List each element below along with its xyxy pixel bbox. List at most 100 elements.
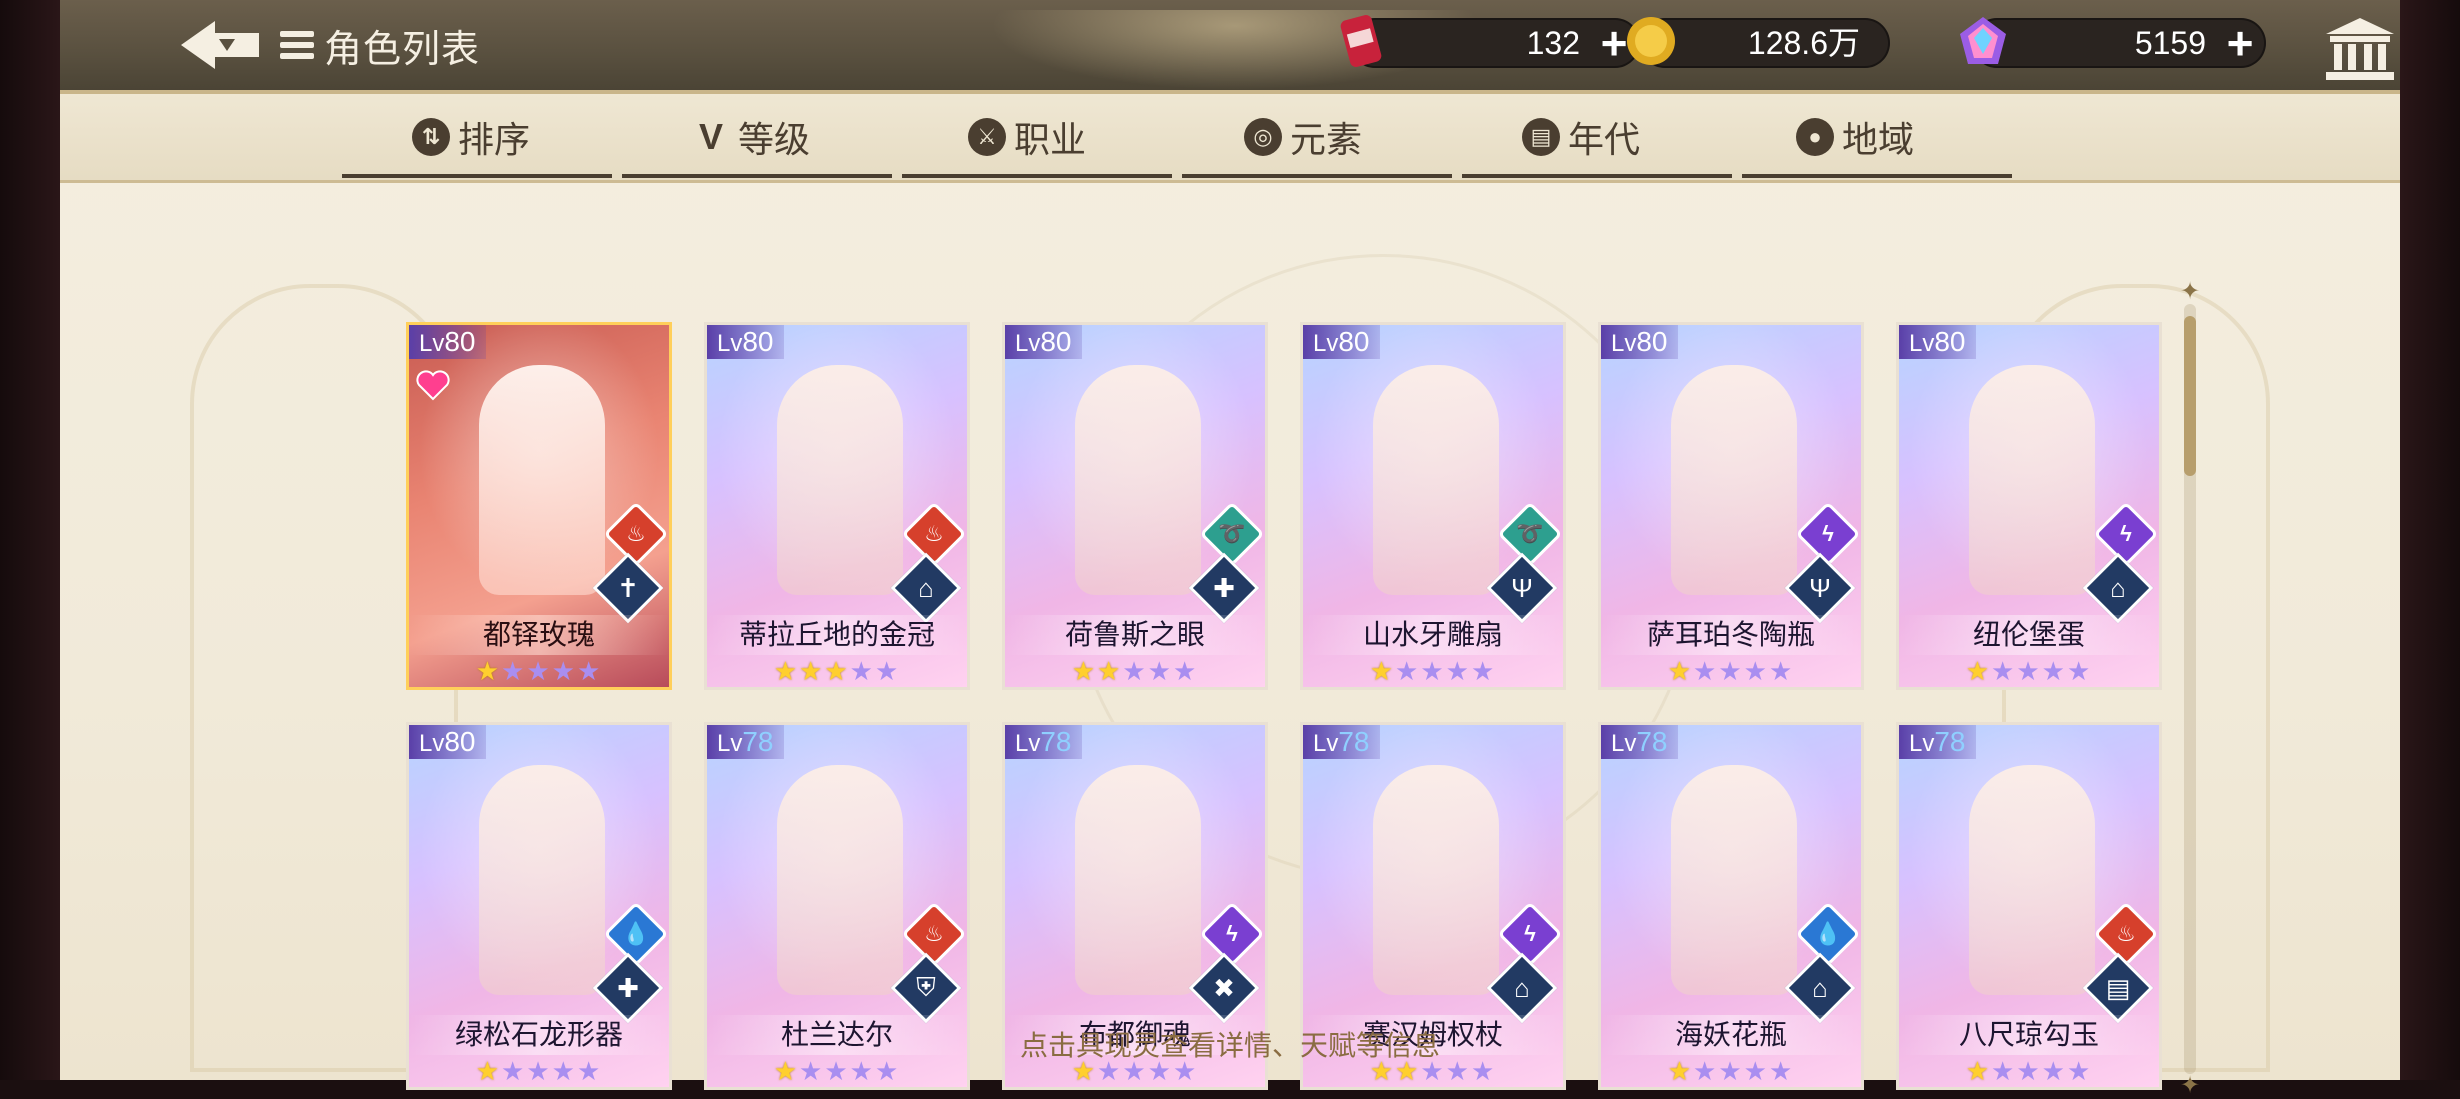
back-button[interactable] [172,14,268,76]
star-empty-icon: ★ [1991,656,2017,686]
level-value: 80 [444,726,476,757]
star-empty-icon: ★ [1147,656,1173,686]
bank-icon[interactable] [2322,14,2398,82]
star-empty-icon: ★ [1395,656,1421,686]
coin-icon [1622,12,1680,70]
tab-era[interactable]: ▤ 年代 [1522,112,1640,162]
level-badge: Lv80 [1899,325,1976,359]
level-value: 78 [742,726,774,757]
scroll-thumb[interactable] [2184,316,2196,476]
level-badge: Lv80 [409,325,486,359]
character-figure [1075,765,1201,995]
level-badge: Lv80 [409,725,486,759]
level-value: 78 [1338,726,1370,757]
character-card[interactable]: Lv80 ➰ Ψ 山水牙雕扇 ★★★★★ [1300,322,1566,690]
level-value: 78 [1040,726,1072,757]
era-icon: ▤ [1522,118,1560,156]
star-filled-icon: ★ [1667,656,1694,686]
element-icon: ◎ [1244,118,1282,156]
tab-sort[interactable]: ⇅ 排序 [412,112,530,162]
filter-underline [902,174,1172,178]
stamina-currency: 132 + [1340,15,1640,68]
gold-currency: 128.6万 [1627,17,1890,68]
star-filled-icon: ★ [475,656,502,686]
character-card[interactable]: Lv80 ➰ ✚ 荷鲁斯之眼 ★★★★★ [1002,322,1268,690]
scrollbar[interactable]: ✦ ✦ [2180,280,2200,1098]
star-empty-icon: ★ [551,656,577,686]
gold-value: 128.6万 [1747,25,1860,61]
level-tag: Lv [717,730,743,757]
character-grid: Lv80 ♨ ✝ 都铎玫瑰 ★★★★★ Lv80 ♨ ⌂ 蒂拉丘地的金冠 ★★★★★ Lv80 ➰ ✚ 荷… [406,322,2166,1092]
level-tag: Lv [1611,330,1637,357]
star-empty-icon: ★ [1172,656,1199,686]
right-frame [2400,0,2460,1080]
tab-era-label: 年代 [1568,119,1641,160]
star-filled-icon: ★ [773,656,800,686]
character-figure [777,765,903,995]
tab-class-label: 职业 [1014,119,1087,160]
star-filled-icon: ★ [1965,656,1992,686]
tab-sort-label: 排序 [458,119,531,160]
star-empty-icon: ★ [2016,656,2042,686]
character-card[interactable]: Lv80 ϟ ⌂ 纽伦堡蛋 ★★★★★ [1896,322,2162,690]
star-empty-icon: ★ [2066,656,2093,686]
star-filled-icon: ★ [799,656,825,686]
character-figure [479,765,605,995]
tab-region[interactable]: ● 地域 [1796,112,1914,162]
character-card[interactable]: Lv80 ϟ Ψ 萨耳珀冬陶瓶 ★★★★★ [1598,322,1864,690]
level-tag: Lv [1611,730,1637,757]
character-name: 都铎玫瑰 [409,615,669,655]
tab-element[interactable]: ◎ 元素 [1244,112,1362,162]
level-badge: Lv78 [1601,725,1678,759]
character-figure [777,365,903,595]
tab-class[interactable]: ⚔ 职业 [968,112,1086,162]
level-tag: Lv [1909,330,1935,357]
filter-underline [1182,174,1452,178]
page-title-text: 角色列表 [324,28,481,71]
hint-text: 点击具现灵查看详情、天赋等信息 [1019,1030,1440,1061]
character-figure [1671,765,1797,995]
level-tag: Lv [1909,730,1935,757]
level-tag: Lv [1015,730,1041,757]
star-empty-icon: ★ [849,656,875,686]
heart-icon [413,365,453,405]
tab-region-label: 地域 [1842,119,1915,160]
character-card[interactable]: Lv80 ♨ ⌂ 蒂拉丘地的金冠 ★★★★★ [704,322,970,690]
level-tag: Lv [419,730,445,757]
star-empty-icon: ★ [1693,656,1719,686]
level-value: 78 [1636,726,1668,757]
star-filled-icon: ★ [1369,656,1396,686]
star-empty-icon: ★ [2041,656,2067,686]
gem-currency: 5159 + [1960,17,2266,68]
gem-add-button[interactable]: + [2220,20,2260,66]
star-empty-icon: ★ [1122,656,1148,686]
tab-level[interactable]: V 等级 [692,112,810,162]
level-tag: Lv [1313,730,1339,757]
star-empty-icon: ★ [1470,656,1497,686]
star-filled-icon: ★ [1097,656,1123,686]
character-figure [1969,365,2095,595]
star-rating: ★★★★★ [707,655,967,687]
character-name: 纽伦堡蛋 [1899,615,2159,655]
character-card[interactable]: Lv80 ♨ ✝ 都铎玫瑰 ★★★★★ [406,322,672,690]
scroll-top-cap-icon: ✦ [2179,278,2201,305]
level-badge: Lv80 [1005,325,1082,359]
filter-underline [622,174,892,178]
level-tag: Lv [717,330,743,357]
star-empty-icon: ★ [1445,656,1471,686]
character-figure [1373,765,1499,995]
star-rating: ★★★★★ [1303,655,1563,687]
filter-underline [1462,174,1732,178]
star-empty-icon: ★ [1420,656,1446,686]
level-value: 80 [1636,326,1668,357]
main-panel: ⇅ 排序 V 等级 ⚔ 职业 ◎ 元素 ▤ 年代 ● 地域 Lv80 ♨ ✝ 都铎玫瑰… [60,94,2400,1098]
level-tag: Lv [1015,330,1041,357]
level-badge: Lv78 [1303,725,1380,759]
back-arrow-icon [181,21,259,69]
level-value: 80 [1040,326,1072,357]
star-rating: ★★★★★ [409,655,669,687]
stamina-value: 132 [1526,25,1580,61]
star-rating: ★★★★★ [1005,655,1265,687]
star-empty-icon: ★ [1718,656,1744,686]
filter-underline [1742,174,2012,178]
